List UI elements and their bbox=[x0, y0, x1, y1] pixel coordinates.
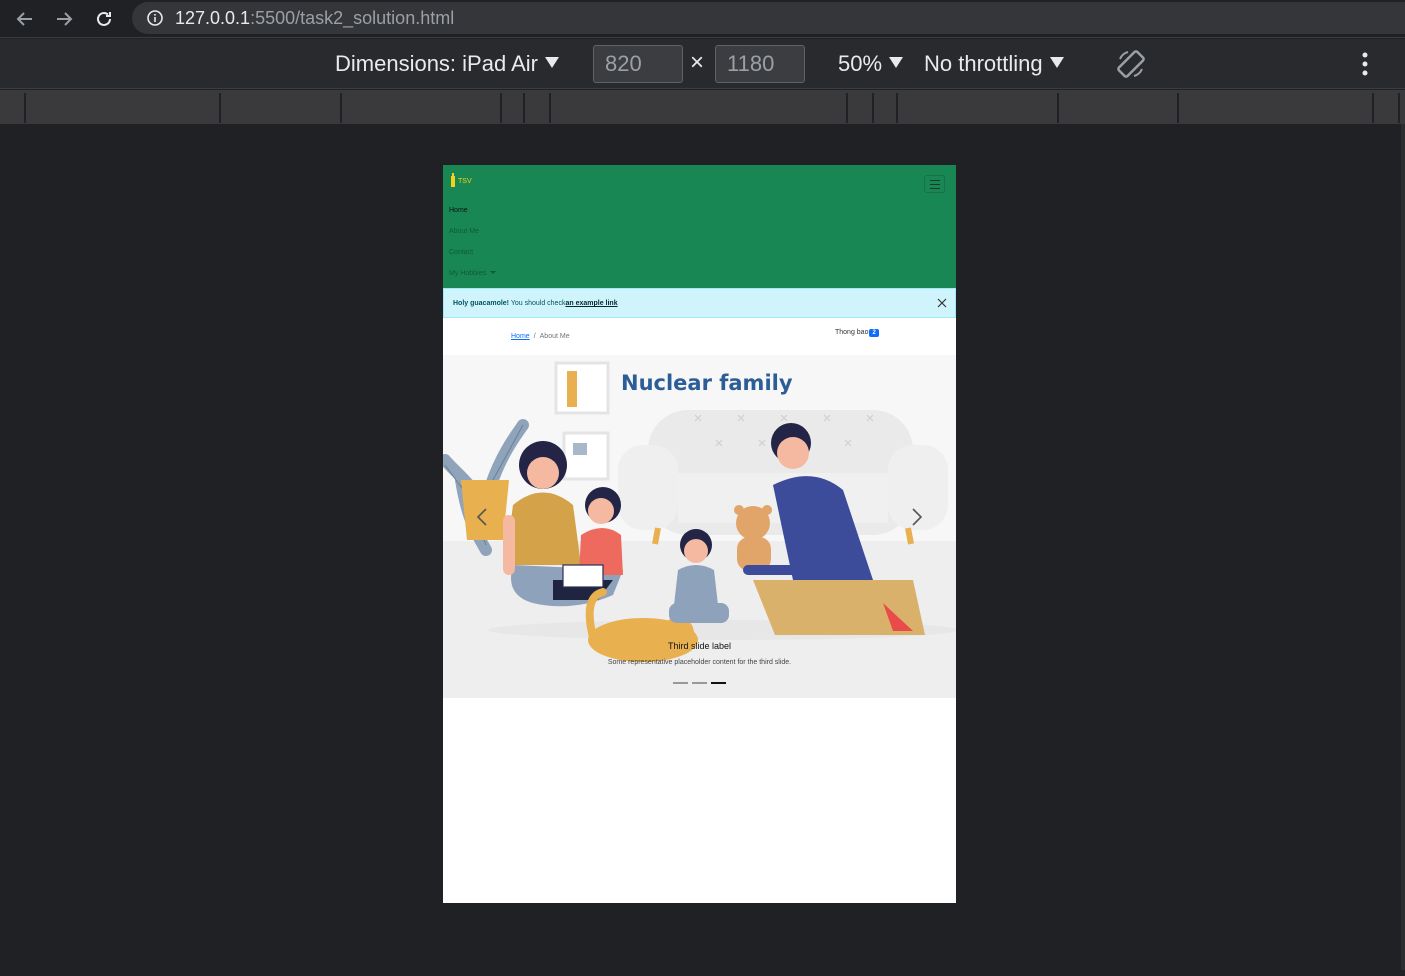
carousel-caption-title: Third slide label bbox=[667, 641, 732, 651]
nav-link-about[interactable]: About Me bbox=[449, 228, 479, 235]
arrow-right-icon bbox=[57, 12, 73, 26]
caret-down-icon bbox=[1049, 57, 1064, 68]
image-title: Nuclear family bbox=[621, 371, 793, 395]
chevron-left-icon[interactable] bbox=[473, 505, 493, 529]
navbar-toggler-button[interactable] bbox=[924, 175, 945, 193]
info-icon[interactable] bbox=[146, 9, 164, 27]
rotate-icon[interactable] bbox=[1114, 47, 1148, 81]
nav-dropdown-hobbies[interactable]: My Hobbies bbox=[449, 270, 496, 277]
nav-link-contact[interactable]: Contact bbox=[449, 249, 473, 256]
alert-body: You should check bbox=[509, 300, 566, 307]
ruler-segment bbox=[1177, 93, 1179, 123]
times-sign: × bbox=[690, 49, 705, 76]
ruler-segment bbox=[1372, 93, 1374, 123]
carousel-indicator[interactable] bbox=[692, 682, 707, 684]
carousel-caption-text: Some representative placeholder content … bbox=[607, 659, 792, 666]
notification-badge: 2 bbox=[869, 329, 879, 337]
media-query-ruler[interactable] bbox=[0, 90, 1405, 124]
zoom-dropdown[interactable]: 50% bbox=[838, 51, 904, 77]
brand-text: TSV bbox=[458, 178, 472, 185]
breadcrumb-separator: / bbox=[533, 333, 536, 340]
url-path: :5500/task2_solution.html bbox=[250, 8, 455, 28]
reload-button[interactable] bbox=[91, 6, 117, 32]
caret-down-icon bbox=[889, 57, 904, 68]
hamburger-icon bbox=[930, 184, 940, 185]
height-input[interactable]: 1180 bbox=[715, 45, 805, 83]
alert-strong: Holy guacamole! bbox=[453, 300, 510, 307]
navbar: TSV Home About Me Contact My Hobbies bbox=[443, 165, 956, 288]
notification-label: Thong bao bbox=[835, 329, 869, 336]
arrow-left-icon bbox=[16, 12, 32, 26]
carousel-indicator[interactable] bbox=[673, 682, 688, 684]
address-bar[interactable]: 127.0.0.1:5500/task2_solution.html bbox=[132, 2, 1405, 34]
url-text: 127.0.0.1:5500/task2_solution.html bbox=[175, 8, 454, 29]
carousel-indicator[interactable] bbox=[711, 682, 726, 684]
breadcrumb-home[interactable]: Home bbox=[511, 333, 530, 340]
caret-down-icon bbox=[544, 57, 559, 68]
ruler-segment bbox=[219, 93, 221, 123]
width-input[interactable]: 820 bbox=[593, 45, 683, 83]
dimensions-dropdown[interactable]: Dimensions: iPad Air bbox=[335, 51, 559, 77]
caret-down-icon bbox=[489, 271, 496, 274]
ruler-segment bbox=[872, 93, 874, 123]
ruler-segment bbox=[896, 93, 898, 123]
reload-icon bbox=[97, 11, 111, 26]
ruler-segment bbox=[549, 93, 551, 123]
hamburger-icon bbox=[930, 188, 940, 189]
ruler-segment bbox=[523, 93, 525, 123]
breadcrumb: Home / About Me bbox=[511, 333, 570, 340]
nav-link-hobbies: My Hobbies bbox=[449, 270, 486, 277]
brand-logo[interactable]: TSV bbox=[450, 173, 474, 189]
emulated-page: TSV Home About Me Contact My Hobbies Hol… bbox=[443, 165, 956, 903]
ruler-segment bbox=[1057, 93, 1059, 123]
dimensions-label: Dimensions: iPad Air bbox=[335, 51, 538, 76]
throttling-label: No throttling bbox=[924, 51, 1043, 76]
chevron-right-icon[interactable] bbox=[906, 505, 926, 529]
url-host: 127.0.0.1 bbox=[175, 8, 251, 28]
ruler-segment bbox=[1398, 93, 1400, 123]
forward-button[interactable] bbox=[51, 6, 77, 32]
notification-button[interactable]: Thong bao 2 bbox=[835, 329, 879, 337]
ruler-segment bbox=[846, 93, 848, 123]
scrollbar[interactable] bbox=[1401, 124, 1405, 970]
carousel: Nuclear family Third slide label Some re… bbox=[443, 355, 956, 698]
alert-text: Holy guacamole! You should checkan examp… bbox=[453, 300, 618, 307]
throttling-dropdown[interactable]: No throttling bbox=[924, 51, 1064, 77]
ruler-segment bbox=[24, 93, 26, 123]
browser-toolbar: 127.0.0.1:5500/task2_solution.html bbox=[0, 0, 1405, 38]
close-icon[interactable] bbox=[937, 298, 947, 308]
ruler-segment bbox=[340, 93, 342, 123]
alert-info: Holy guacamole! You should checkan examp… bbox=[443, 288, 956, 318]
nav-link-home[interactable]: Home bbox=[449, 207, 468, 214]
more-options-icon[interactable] bbox=[1356, 51, 1374, 77]
ruler-segment bbox=[500, 93, 502, 123]
breadcrumb-current: About Me bbox=[539, 333, 570, 340]
device-toolbar: Dimensions: iPad Air 820 × 1180 50% No t… bbox=[0, 39, 1405, 89]
back-button[interactable] bbox=[12, 6, 38, 32]
hamburger-icon bbox=[930, 180, 940, 181]
carousel-indicators bbox=[673, 682, 733, 686]
zoom-label: 50% bbox=[838, 51, 883, 76]
alert-link[interactable]: an example link bbox=[565, 300, 617, 307]
